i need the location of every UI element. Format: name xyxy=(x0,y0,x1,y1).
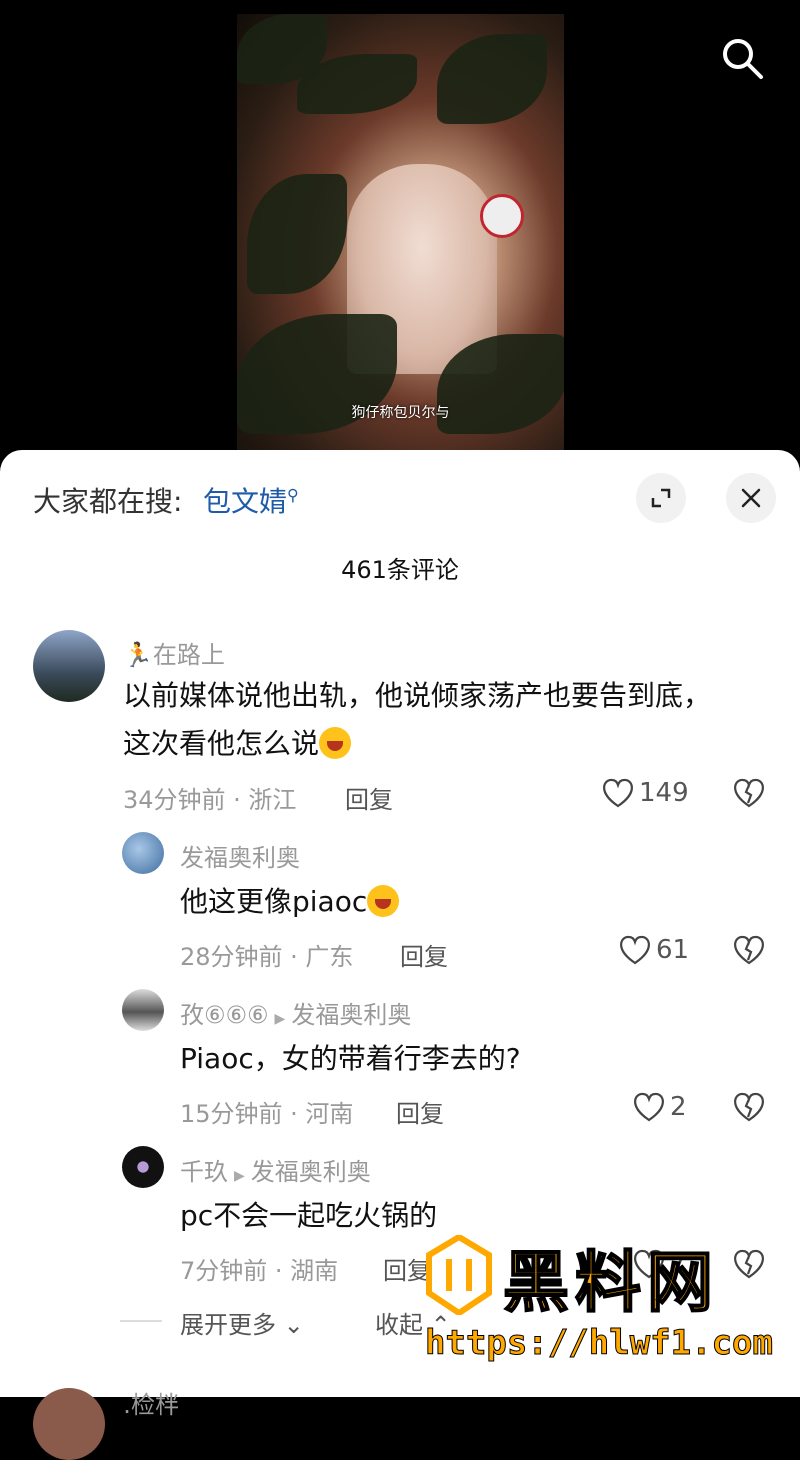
foliage xyxy=(437,34,547,124)
comment-meta: 7分钟前 · 湖南 xyxy=(180,1257,339,1285)
dislike-button[interactable] xyxy=(732,1091,766,1127)
comment-meta: 28分钟前 · 广东 xyxy=(180,943,354,971)
video-subtitle: 狗仔称包贝尔与 xyxy=(351,405,450,421)
comment-meta: 34分钟前 · 浙江 xyxy=(123,786,297,814)
heart-icon xyxy=(620,935,650,965)
reply-button[interactable]: 回复 xyxy=(396,1094,444,1129)
video-player[interactable]: 狗仔称包贝尔与 xyxy=(237,14,564,450)
comment-text: pc不会一起吃火锅的 xyxy=(180,1199,438,1232)
watermark-url: https://hlwf1.com xyxy=(425,1323,774,1364)
avatar[interactable] xyxy=(122,1146,164,1188)
like-count: 2 xyxy=(670,1092,687,1122)
reply-button[interactable]: 回复 xyxy=(345,780,393,815)
search-icon: ⚲ xyxy=(287,485,299,505)
comment-author[interactable]: 发福奥利奥 xyxy=(180,838,300,873)
comment-author[interactable]: 孜⑥⑥⑥ ▶ 发福奥利奥 xyxy=(180,995,411,1030)
search-icon xyxy=(723,39,763,79)
laugh-cry-emoji xyxy=(319,727,352,759)
chevron-down-icon: ⌄ xyxy=(283,1311,304,1339)
avatar[interactable] xyxy=(33,1388,105,1460)
avatar[interactable] xyxy=(122,989,164,1031)
like-count: 61 xyxy=(656,935,690,965)
dislike-button[interactable] xyxy=(732,934,766,970)
expand-sheet-button[interactable] xyxy=(636,473,686,523)
comment-text-line2: 这次看他怎么说 xyxy=(123,720,352,768)
dislike-button[interactable] xyxy=(732,777,766,813)
watermark-title: 黑料网 xyxy=(502,1243,719,1322)
reply-button[interactable]: 回复 xyxy=(383,1251,431,1286)
foliage xyxy=(247,174,347,294)
heart-icon xyxy=(603,778,633,808)
comment-author[interactable]: ․检柈 xyxy=(123,1385,179,1420)
hot-search-link[interactable]: 包文婧⚲ xyxy=(203,480,299,520)
expand-icon xyxy=(651,488,671,508)
close-icon xyxy=(741,488,761,508)
comment-author[interactable]: 🏃在路上 xyxy=(123,635,225,670)
like-button[interactable]: 149 xyxy=(601,777,689,809)
laugh-cry-emoji xyxy=(367,885,400,917)
comment-text: 以前媒体说他出轨，他说倾家荡产也要告到底， xyxy=(123,679,712,712)
comment-count: 461条评论 xyxy=(341,556,459,584)
comment-author[interactable]: 千玖 ▶ 发福奥利奥 xyxy=(180,1152,371,1187)
expand-more-button[interactable]: 展开更多 ⌄ xyxy=(180,1305,304,1340)
like-count: 149 xyxy=(639,778,689,808)
watermark: 黑料网 https://hlwf1.com xyxy=(425,1235,785,1375)
watermark-logo xyxy=(426,1235,492,1315)
avatar[interactable] xyxy=(122,832,164,874)
divider xyxy=(120,1320,162,1322)
broken-heart-icon xyxy=(734,935,764,965)
comment-text: 他这更像piaoc xyxy=(180,878,400,926)
comment-meta: 15分钟前 · 河南 xyxy=(180,1100,354,1128)
heart-icon xyxy=(634,1092,664,1122)
reply-arrow-icon: ▶ xyxy=(234,1168,245,1184)
comment-text: Piaoc，女的带着行李去的? xyxy=(180,1042,521,1075)
broken-heart-icon xyxy=(734,778,764,808)
hot-search-label: 大家都在搜: xyxy=(33,485,183,518)
close-button[interactable] xyxy=(726,473,776,523)
like-button[interactable]: 2 xyxy=(632,1091,687,1123)
like-button[interactable]: 61 xyxy=(618,934,689,966)
sign xyxy=(480,194,524,238)
search-button[interactable] xyxy=(718,34,766,82)
avatar[interactable] xyxy=(33,630,105,702)
reply-arrow-icon: ▶ xyxy=(274,1011,286,1027)
reply-button[interactable]: 回复 xyxy=(400,937,448,972)
broken-heart-icon xyxy=(734,1092,764,1122)
